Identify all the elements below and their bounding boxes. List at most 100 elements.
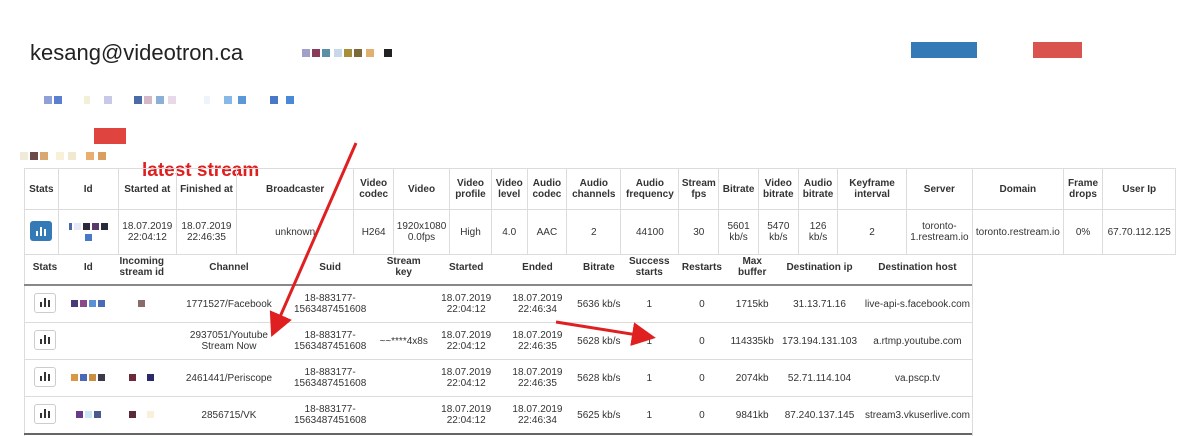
destination-row[interactable]: 1771527/Facebook 18-883177-1563487451608… — [24, 284, 972, 323]
stats-button[interactable] — [30, 220, 53, 241]
col-id: Id — [57, 168, 119, 210]
success-starts: 1 — [622, 359, 676, 397]
stats-button[interactable] — [33, 366, 56, 387]
bitrate: 5628 kb/s — [574, 359, 623, 397]
ended: 18.07.2019 22:46:34 — [500, 284, 575, 323]
max-buffer: 9841kb — [728, 396, 777, 434]
stats-button[interactable] — [33, 403, 56, 424]
started: 18.07.2019 22:04:12 — [432, 359, 501, 397]
col-server: Server — [905, 168, 974, 210]
col-incoming-stream-id: Incoming stream id — [110, 250, 173, 286]
streams-table: Stats Id Started at Finished at Broadcas… — [24, 168, 1176, 255]
server: toronto-1.restream.io — [905, 209, 974, 255]
ended: 18.07.2019 22:46:35 — [500, 322, 575, 360]
col-keyframe-interval: Keyframe interval — [837, 168, 907, 210]
col-stats: Stats — [24, 250, 66, 286]
restarts: 0 — [675, 359, 729, 397]
col-audio-frequency: Audio frequency — [620, 168, 680, 210]
col-video: Video — [393, 168, 451, 210]
stream-fps: 30 — [678, 209, 720, 255]
suid: 18-883177-1563487451608 — [285, 284, 376, 323]
col-channel: Channel — [172, 250, 286, 286]
col-audio-bitrate: Audio bitrate — [797, 168, 839, 210]
suid: 18-883177-1563487451608 — [285, 322, 376, 360]
col-ended: Ended — [500, 250, 575, 286]
col-video-bitrate: Video bitrate — [757, 168, 799, 210]
success-starts: 1 — [622, 284, 676, 323]
audio-channels: 2 — [566, 209, 622, 255]
destination-host: a.rtmp.youtube.com — [862, 322, 972, 360]
success-starts: 1 — [622, 396, 676, 434]
incoming-stream-id — [110, 322, 173, 360]
col-audio-codec: Audio codec — [526, 168, 568, 210]
bitrate: 5636 kb/s — [574, 284, 623, 323]
ended: 18.07.2019 22:46:35 — [500, 359, 575, 397]
stats-button[interactable] — [33, 329, 56, 350]
incoming-stream-id — [110, 359, 173, 397]
max-buffer: 1715kb — [728, 284, 777, 323]
max-buffer: 2074kb — [728, 359, 777, 397]
channel: 2856715/VK — [172, 396, 286, 434]
audio-codec: AAC — [526, 209, 568, 255]
bar-chart-icon — [39, 334, 50, 344]
stats-button[interactable] — [33, 292, 56, 313]
video-level: 4.0 — [490, 209, 528, 255]
bitrate: 5625 kb/s — [574, 396, 623, 434]
divider — [972, 244, 973, 436]
destination-host: live-api-s.facebook.com — [862, 284, 972, 323]
bar-chart-icon — [39, 408, 50, 418]
audio-bitrate: 126 kb/s — [797, 209, 839, 255]
destination-id — [65, 359, 111, 397]
audio-frequency: 44100 — [620, 209, 680, 255]
col-id: Id — [65, 250, 111, 286]
stream-row[interactable]: 18.07.2019 22:04:12 18.07.2019 22:46:35 … — [24, 209, 1176, 255]
destination-host: va.pscp.tv — [862, 359, 972, 397]
destination-host: stream3.vkuserlive.com — [862, 396, 972, 434]
started: 18.07.2019 22:04:12 — [432, 396, 501, 434]
streams-table-header: Stats Id Started at Finished at Broadcas… — [24, 168, 1176, 210]
restarts: 0 — [675, 322, 729, 360]
suid: 18-883177-1563487451608 — [285, 359, 376, 397]
col-stream-key: Stream key — [375, 250, 433, 286]
destination-ip: 173.194.131.103 — [776, 322, 863, 360]
col-restarts: Restarts — [675, 250, 729, 286]
col-max-buffer: Max buffer — [728, 250, 777, 286]
col-user-ip: User Ip — [1102, 168, 1176, 210]
col-started-at: Started at — [117, 168, 177, 210]
channel: 1771527/Facebook — [172, 284, 286, 323]
started: 18.07.2019 22:04:12 — [432, 322, 501, 360]
broadcaster: unknown — [236, 209, 355, 255]
stats-cell — [24, 209, 59, 255]
destination-ip: 52.71.114.104 — [776, 359, 863, 397]
user-ip: 67.70.112.125 — [1102, 209, 1176, 255]
destination-row[interactable]: 2856715/VK 18-883177-1563487451608 18.07… — [24, 396, 972, 434]
restarts: 0 — [675, 396, 729, 434]
bitrate: 5628 kb/s — [574, 322, 623, 360]
col-video-profile: Video profile — [449, 168, 492, 210]
bar-chart-icon — [39, 371, 50, 381]
destination-id — [65, 322, 111, 360]
col-video-level: Video level — [490, 168, 528, 210]
col-destination-ip: Destination ip — [776, 250, 863, 286]
stream-key — [375, 396, 433, 434]
blue-action-button[interactable] — [911, 42, 977, 58]
destination-row[interactable]: 2937051/Youtube Stream Now 18-883177-156… — [24, 322, 972, 360]
col-destination-host: Destination host — [862, 250, 972, 286]
col-bitrate: Bitrate — [574, 250, 623, 286]
bar-chart-icon — [39, 297, 50, 307]
col-bitrate: Bitrate — [718, 168, 759, 210]
destination-ip: 87.240.137.145 — [776, 396, 863, 434]
red-action-button[interactable] — [1033, 42, 1082, 58]
channel: 2937051/Youtube Stream Now — [172, 322, 286, 360]
started-at: 18.07.2019 22:04:12 — [117, 209, 177, 255]
stream-id — [57, 209, 119, 255]
account-email: kesang@videotron.ca — [30, 40, 244, 65]
video: 1920x1080 0.0fps — [393, 209, 451, 255]
destination-row[interactable]: 2461441/Periscope 18-883177-156348745160… — [24, 359, 972, 397]
col-success-starts: Success starts — [622, 250, 676, 286]
destination-id — [65, 284, 111, 323]
destinations-table-header: Stats Id Incoming stream id Channel Suid… — [24, 250, 972, 286]
col-frame-drops: Frame drops — [1062, 168, 1104, 210]
started: 18.07.2019 22:04:12 — [432, 284, 501, 323]
destination-ip: 31.13.71.16 — [776, 284, 863, 323]
